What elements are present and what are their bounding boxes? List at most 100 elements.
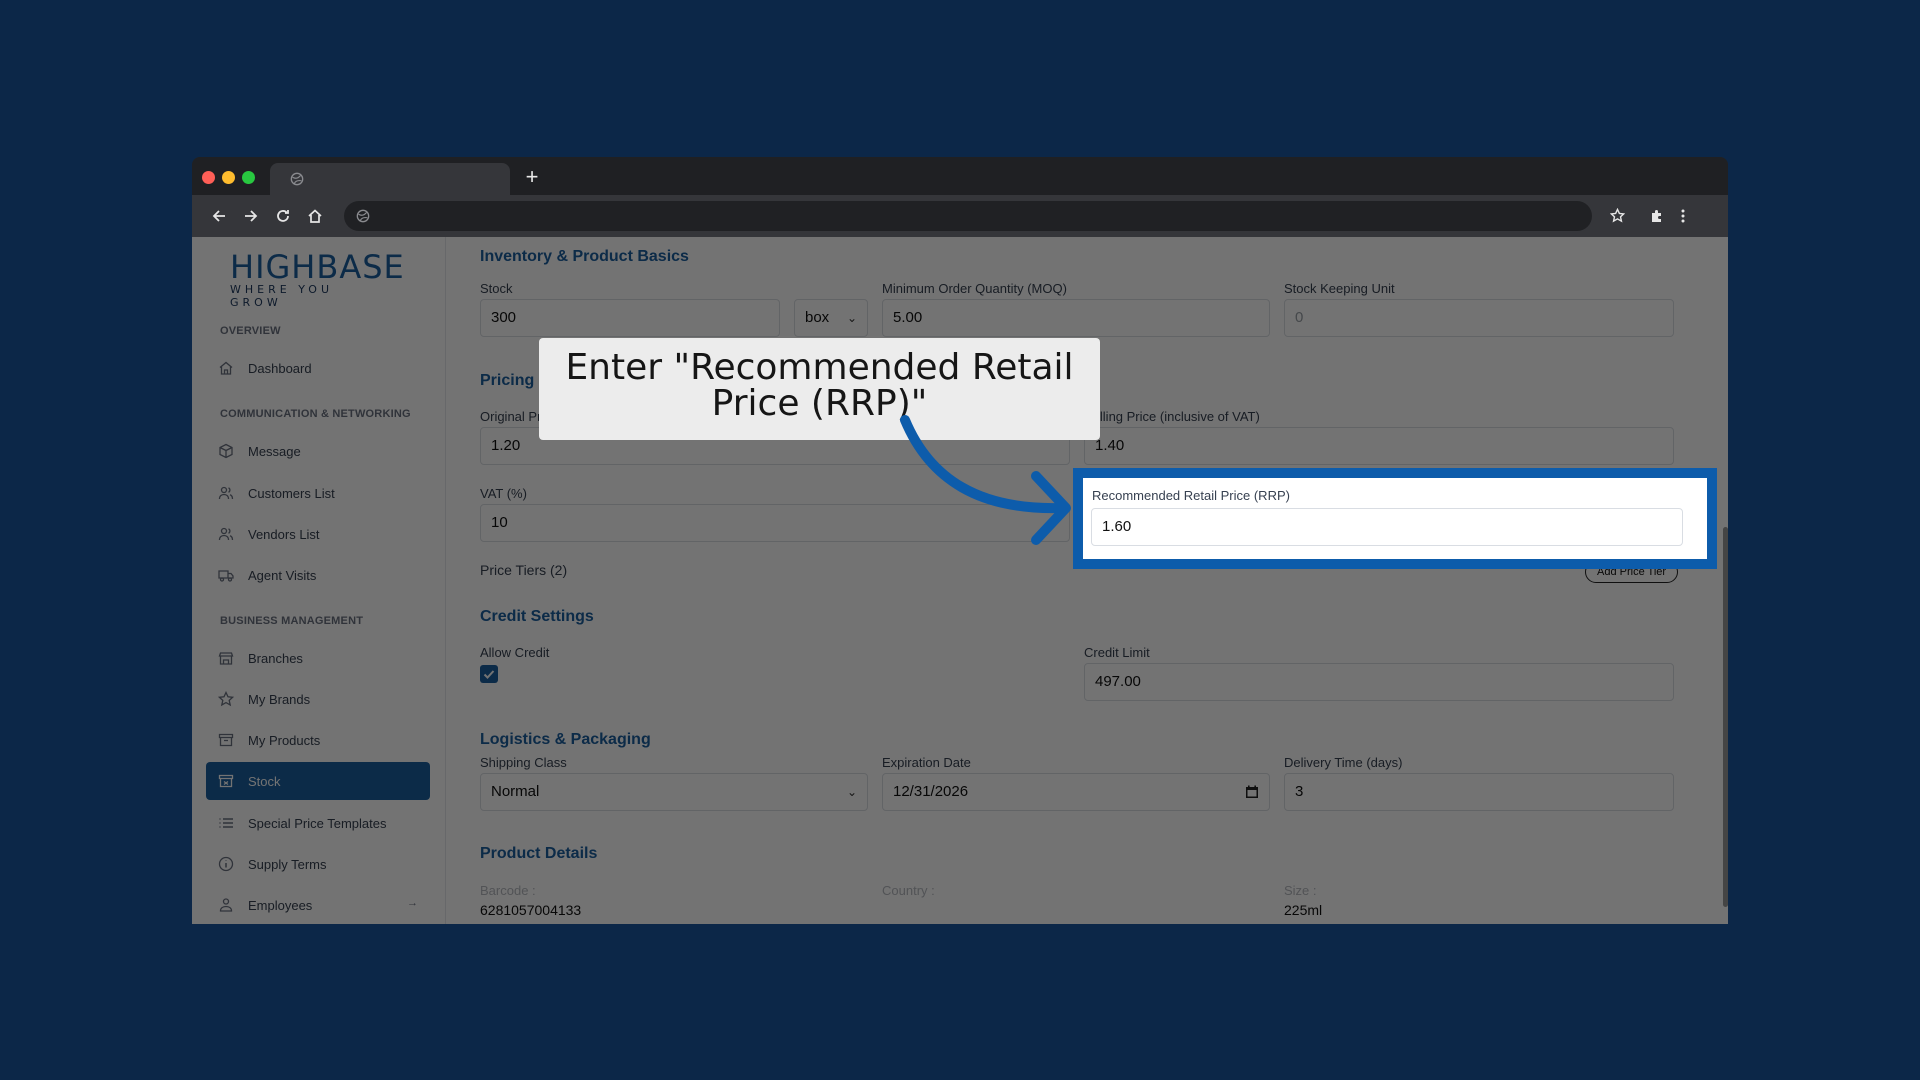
globe-icon: [356, 209, 370, 223]
rrp-input[interactable]: 1.60: [1091, 508, 1683, 546]
price-tiers-label[interactable]: Price Tiers (2): [480, 562, 567, 578]
country-label: Country :: [882, 883, 935, 898]
sidebar-item-dashboard[interactable]: Dashboard: [206, 349, 430, 387]
sidebar-item-employees[interactable]: Employees →: [206, 886, 430, 924]
section-title-inventory: Inventory & Product Basics: [480, 248, 689, 265]
star-icon: [1609, 207, 1625, 223]
selling-price-label: Selling Price (inclusive of VAT): [1084, 409, 1260, 424]
sidebar-item-supply-terms[interactable]: Supply Terms: [206, 845, 430, 883]
barcode-value: 6281057004133: [480, 902, 582, 918]
sidebar: HIGHBASE WHERE YOU GROW OVERVIEW Dashboa…: [192, 237, 446, 924]
sidebar-item-vendors-list[interactable]: Vendors List: [206, 515, 430, 553]
size-value: 225ml: [1284, 902, 1323, 918]
archive-icon: [218, 774, 234, 788]
puzzle-icon: [1652, 210, 1661, 222]
delivery-time-input[interactable]: 3: [1284, 773, 1674, 811]
logo-tagline: WHERE YOU GROW: [230, 283, 334, 309]
star-icon: [218, 691, 234, 707]
callout-text-line2: Price (RRP)": [711, 383, 928, 424]
sidebar-item-label: My Products: [248, 732, 321, 748]
arrow-left-icon: [212, 210, 225, 222]
allow-credit-label: Allow Credit: [480, 645, 550, 660]
users-icon: [218, 486, 234, 500]
arrow-right-icon: →: [407, 897, 418, 909]
maximize-window-dot[interactable]: [242, 171, 255, 184]
sidebar-item-label: Special Price Templates: [248, 815, 387, 831]
shipping-class-select[interactable]: Normal ⌄: [480, 773, 868, 811]
section-heading-overview: OVERVIEW: [220, 325, 281, 337]
sku-input[interactable]: 0: [1284, 299, 1674, 337]
vat-input[interactable]: 10: [480, 504, 1070, 542]
employees-icon: [219, 898, 233, 912]
credit-limit-label: Credit Limit: [1084, 645, 1150, 660]
section-heading-business-management: BUSINESS MANAGEMENT: [220, 615, 364, 627]
close-window-dot[interactable]: [202, 171, 215, 184]
reload-button[interactable]: [270, 203, 296, 229]
sidebar-item-label: Branches: [248, 650, 303, 666]
shipping-class-value: Normal: [491, 783, 540, 800]
browser-tab[interactable]: [270, 163, 510, 195]
truck-icon: [218, 570, 234, 582]
sidebar-item-label: Stock: [248, 773, 281, 789]
moq-input[interactable]: 5.00: [882, 299, 1270, 337]
unit-select-value: box: [805, 309, 830, 326]
sidebar-item-label: Agent Visits: [248, 567, 317, 583]
callout-text-line1: Enter "Recommended Retail: [565, 347, 1074, 388]
home-icon: [219, 361, 233, 375]
section-heading-communication: COMMUNICATION & NETWORKING: [220, 408, 411, 420]
sidebar-item-label: My Brands: [248, 691, 311, 707]
browser-titlebar: +: [192, 157, 1728, 195]
chevron-down-icon: ⌄: [846, 785, 857, 799]
bookmark-button[interactable]: [1604, 203, 1630, 229]
home-icon: [308, 209, 322, 223]
section-title-credit: Credit Settings: [480, 608, 594, 625]
expiration-date-label: Expiration Date: [882, 755, 971, 770]
sidebar-item-stock[interactable]: Stock: [206, 762, 430, 800]
calendar-icon[interactable]: [1245, 785, 1259, 799]
expiration-date-input[interactable]: 12/31/2026: [882, 773, 1270, 811]
sidebar-item-label: Vendors List: [248, 526, 320, 542]
address-bar[interactable]: [344, 201, 1592, 233]
allow-credit-checkbox[interactable]: [480, 665, 498, 683]
chevron-down-icon: ⌄: [846, 311, 857, 325]
stock-label: Stock: [480, 281, 513, 296]
shipping-class-label: Shipping Class: [480, 755, 567, 770]
sku-label: Stock Keeping Unit: [1284, 281, 1395, 296]
globe-icon: [290, 172, 304, 186]
sidebar-item-my-products[interactable]: My Products: [206, 721, 430, 759]
credit-limit-input[interactable]: 497.00: [1084, 663, 1674, 701]
instruction-callout: Enter "Recommended Retail Price (RRP)": [539, 338, 1100, 440]
home-button[interactable]: [302, 203, 328, 229]
sidebar-item-special-price-templates[interactable]: Special Price Templates: [206, 804, 430, 842]
sidebar-item-my-brands[interactable]: My Brands: [206, 680, 430, 718]
sidebar-item-agent-visits[interactable]: Agent Visits: [206, 556, 430, 594]
menu-button[interactable]: [1670, 203, 1696, 229]
check-icon: [483, 670, 495, 679]
sidebar-item-branches[interactable]: Branches: [206, 639, 430, 677]
stock-input[interactable]: 300: [480, 299, 780, 337]
logo-wordmark: HIGHBASE: [230, 248, 405, 286]
selling-price-input[interactable]: 1.40: [1084, 427, 1674, 465]
sidebar-item-label: Message: [248, 443, 301, 459]
page-scrollbar[interactable]: [1723, 527, 1728, 907]
delivery-time-label: Delivery Time (days): [1284, 755, 1403, 770]
building-icon: [218, 652, 234, 665]
box-icon: [219, 443, 233, 459]
forward-button[interactable]: [238, 203, 264, 229]
vat-label: VAT (%): [480, 486, 527, 501]
sidebar-item-customers-list[interactable]: Customers List: [206, 474, 430, 512]
url-input[interactable]: [380, 201, 1564, 233]
minimize-window-dot[interactable]: [222, 171, 235, 184]
browser-toolbar: [192, 195, 1728, 237]
section-title-logistics: Logistics & Packaging: [480, 731, 651, 748]
sidebar-item-message[interactable]: Message: [206, 432, 430, 470]
extensions-button[interactable]: [1644, 203, 1670, 229]
sidebar-item-label: Supply Terms: [248, 856, 327, 872]
expiration-date-value: 12/31/2026: [893, 783, 969, 800]
sidebar-item-label: Dashboard: [248, 360, 312, 376]
back-button[interactable]: [206, 203, 232, 229]
unit-select[interactable]: box ⌄: [794, 299, 868, 337]
archive-icon: [218, 733, 234, 747]
highbase-logo[interactable]: HIGHBASE WHERE YOU GROW: [230, 248, 405, 309]
new-tab-button[interactable]: +: [518, 163, 546, 191]
